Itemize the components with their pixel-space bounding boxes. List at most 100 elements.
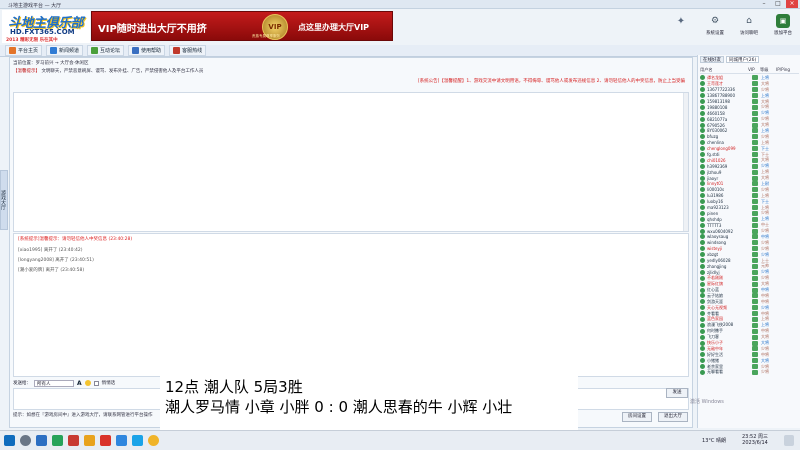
user-name: 6821077a	[707, 116, 728, 122]
user-row[interactable]: 无聊看看 少将	[700, 369, 799, 376]
side-tab-lobby[interactable]: 游戏大厅	[0, 170, 8, 230]
vip-badge-icon	[752, 240, 758, 246]
send-to-select[interactable]: 所有人	[34, 379, 74, 387]
vip-badge-icon	[752, 281, 758, 287]
site-logo[interactable]: 斗地主俱乐部 HD.FXT365.COM 2013 精彩无限 乐在其中	[2, 10, 90, 43]
toolbar-news-label: 新闻频道	[59, 48, 80, 54]
user-avatar-icon	[700, 311, 705, 317]
user-avatar-icon	[700, 175, 705, 181]
vip-badge-icon	[752, 163, 758, 169]
vip-badge-icon	[752, 99, 758, 104]
vip-badge-icon	[752, 234, 758, 240]
tab-friends[interactable]: 在线好友	[700, 56, 724, 63]
vip-badge-icon	[752, 175, 758, 181]
home-icon: ⌂	[746, 16, 752, 26]
user-name: 159813198	[707, 99, 730, 104]
system-notice: [系统公告]【温馨提醒】1、游戏交流中请文明用语，不得侮辱、谩骂他人或发布违规信…	[417, 79, 685, 84]
vip-badge-icon	[752, 87, 758, 93]
clock[interactable]: 23:52 周三 2023/6/14	[742, 434, 768, 446]
vip-badge-icon	[752, 364, 758, 370]
visit-chat-button[interactable]: ⌂ 访问聊吧	[734, 14, 764, 42]
send-to-label: 发送给：	[13, 381, 31, 386]
platform-button[interactable]: ▣ 恩加平台	[768, 14, 798, 42]
system-chat-pane[interactable]: [系统提示]温馨提示：请勿轻信他人中奖信息 (23:40:28) [xiao19…	[13, 233, 689, 377]
vip-emblem-text: VIP	[268, 23, 282, 31]
vip-banner[interactable]: VIP随时进出大厅不用挤 VIP 贵族专属尊享服务 点这里办理大厅VIP	[91, 11, 393, 41]
vip-badge-icon	[752, 134, 758, 140]
alert-icon[interactable]: ✦	[666, 14, 696, 42]
tab-local-users[interactable]: 同城用户(26)	[726, 56, 760, 63]
minimize-icon[interactable]: –	[758, 0, 770, 8]
emoji-icon[interactable]	[84, 380, 91, 386]
user-avatar-icon	[700, 122, 705, 128]
user-avatar-icon	[700, 281, 705, 287]
toolbar-forum[interactable]: 互动论坛	[87, 45, 125, 56]
help-icon	[132, 47, 140, 54]
user-avatar-icon	[700, 334, 705, 340]
vip-badge-icon	[752, 252, 758, 258]
notification-icon[interactable]	[784, 435, 794, 446]
user-avatar-icon	[700, 205, 705, 211]
score-overlay: 12点 潮人队 5局3胜 潮人罗马情 小章 小胖 0 : 0 潮人思春的牛 小辉…	[160, 373, 578, 430]
user-avatar-icon	[700, 252, 705, 258]
room-settings-button[interactable]: 房间设置	[622, 412, 652, 422]
scrollbar[interactable]	[683, 93, 688, 231]
font-button[interactable]: A	[77, 380, 82, 387]
vip-badge-icon	[752, 81, 758, 87]
toolbar-home[interactable]: 平台主页	[5, 45, 43, 56]
send-button[interactable]: 发送	[666, 388, 688, 398]
title-bar: 斗地主游戏平台 — 大厅 – □ ×	[0, 0, 800, 9]
start-icon[interactable]	[4, 435, 15, 446]
public-chat-pane[interactable]	[13, 92, 689, 232]
col-ping[interactable]: IP/Ping	[776, 67, 790, 73]
app-icon[interactable]	[52, 435, 63, 446]
task-view-icon[interactable]	[36, 435, 47, 446]
qq-icon[interactable]	[132, 435, 143, 446]
vip-badge-icon	[752, 369, 758, 375]
toolbar-help[interactable]: 使用帮助	[128, 45, 166, 56]
toolbar-home-label: 平台主页	[18, 48, 39, 54]
user-name: 6790526	[707, 122, 725, 128]
col-username[interactable]: 用户名	[700, 67, 748, 73]
vip-badge-icon	[752, 293, 758, 299]
weather-status[interactable]: 13°C 晴朗	[702, 437, 726, 444]
col-level[interactable]: 等级	[760, 67, 776, 73]
vip-badge-icon	[752, 322, 758, 328]
user-name: lu31986	[707, 193, 724, 199]
app-icon[interactable]	[68, 435, 79, 446]
user-avatar-icon	[700, 134, 705, 140]
user-list[interactable]: 谭名龙姐 上将 王苛莲才 大将 13677722336 少将 13867788900 上将 15…	[700, 75, 799, 375]
announcement-label: 【温馨提示】	[13, 69, 40, 74]
user-name: zjlidlyj	[707, 269, 720, 275]
vip-badge-icon	[752, 299, 758, 305]
visit-chat-label: 访问聊吧	[740, 31, 758, 36]
exit-lobby-button[interactable]: 退出大厅	[658, 412, 688, 422]
system-settings-button[interactable]: ⚙ 系统设置	[700, 14, 730, 42]
vip-badge-icon	[752, 258, 758, 264]
user-avatar-icon	[700, 228, 705, 234]
user-level: 少将	[761, 369, 769, 375]
browser-icon[interactable]	[116, 435, 127, 446]
user-avatar-icon	[700, 104, 705, 110]
top-right-buttons: ✦ ⚙ 系统设置 ⌂ 访问聊吧 ▣ 恩加平台	[664, 14, 800, 42]
user-avatar-icon	[700, 140, 705, 146]
col-vip[interactable]: VIP	[748, 67, 760, 73]
game-icon[interactable]	[100, 435, 111, 446]
breadcrumb: 当前位置：罗马前兴 → 大厅会·休闲区	[13, 61, 89, 66]
folder-icon[interactable]	[84, 435, 95, 446]
search-icon[interactable]	[20, 435, 31, 446]
user-name: windsong	[707, 240, 727, 246]
app-icon[interactable]	[148, 435, 159, 446]
maximize-icon[interactable]: □	[772, 0, 784, 8]
private-checkbox[interactable]	[93, 380, 99, 386]
vip-badge-icon	[752, 75, 758, 81]
user-avatar-icon	[700, 305, 705, 311]
user-avatar-icon	[700, 340, 705, 346]
toolbar-news[interactable]: 新闻频道	[46, 45, 84, 56]
user-avatar-icon	[700, 81, 705, 87]
vip-badge-icon	[752, 169, 758, 175]
close-icon[interactable]: ×	[786, 0, 798, 8]
toolbar-hotline[interactable]: 客服热线	[169, 45, 207, 56]
user-list-header: 用户名 VIP 等级 IP/Ping	[700, 67, 799, 74]
vip-badge-icon	[752, 222, 758, 228]
